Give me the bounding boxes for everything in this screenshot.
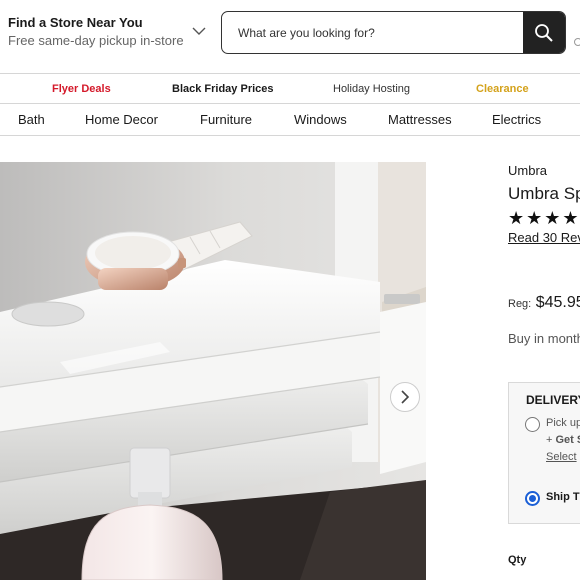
product-brand[interactable]: Umbra (508, 163, 547, 178)
pickup-radio[interactable] (525, 417, 540, 432)
price-block: Reg: $45.95 (508, 294, 580, 312)
star-icon: ★ (526, 208, 545, 228)
category-windows[interactable]: Windows (294, 112, 347, 127)
category-home-decor[interactable]: Home Decor (85, 112, 158, 127)
delivery-title: DELIVERY (526, 393, 580, 407)
pickup-detail-bold: Get S (555, 434, 580, 446)
account-icon[interactable] (574, 38, 580, 46)
read-reviews-link[interactable]: Read 30 Rev (508, 230, 580, 245)
star-icon: ★ (562, 208, 580, 228)
rating-stars: ★★★★★ (508, 208, 580, 229)
promo-nav: Flyer Deals Black Friday Prices Holiday … (0, 74, 580, 104)
promo-clearance[interactable]: Clearance (476, 83, 529, 95)
monthly-payment-text: Buy in month (508, 331, 580, 346)
find-store-subtitle: Free same-day pickup in-store (8, 33, 184, 48)
product-photo (0, 162, 426, 580)
product-title: Umbra Sp (508, 184, 580, 203)
select-store-link[interactable]: Select (546, 451, 577, 463)
search-button[interactable] (523, 12, 565, 53)
site-header: Find a Store Near You Free same-day pick… (0, 0, 580, 74)
price-value: $45.95 (535, 294, 580, 311)
ship-radio[interactable] (525, 491, 540, 506)
promo-flyer-deals[interactable]: Flyer Deals (52, 83, 111, 95)
star-icon: ★ (508, 208, 527, 228)
gallery-next-button[interactable] (390, 382, 420, 412)
search-input[interactable] (222, 12, 524, 53)
search-icon (535, 23, 553, 42)
chevron-right-icon (401, 390, 410, 404)
search-bar (221, 11, 566, 54)
pickup-detail: + Get S (546, 434, 580, 446)
promo-holiday-hosting[interactable]: Holiday Hosting (333, 83, 410, 95)
pickup-label: Pick up (546, 417, 580, 429)
category-electrics[interactable]: Electrics (492, 112, 541, 127)
product-info-panel: Umbra Umbra Sp ★★★★★ Read 30 Rev Reg: $4… (508, 162, 580, 580)
star-icon: ★ (544, 208, 563, 228)
product-image-gallery[interactable] (0, 162, 426, 580)
category-bath[interactable]: Bath (18, 112, 45, 127)
qty-label: Qty (508, 554, 527, 566)
price-label: Reg: (508, 298, 532, 310)
ship-label: Ship T (546, 491, 580, 503)
find-store-dropdown[interactable]: Find a Store Near You Free same-day pick… (8, 14, 206, 50)
category-nav: Bath Home Decor Furniture Windows Mattre… (0, 104, 580, 136)
promo-black-friday[interactable]: Black Friday Prices (172, 83, 274, 95)
category-mattresses[interactable]: Mattresses (388, 112, 452, 127)
chevron-down-icon (192, 27, 206, 35)
category-furniture[interactable]: Furniture (200, 112, 252, 127)
delivery-options-box: DELIVERY Pick up + Get S Select Ship T (508, 382, 580, 524)
find-store-title: Find a Store Near You (8, 15, 143, 30)
